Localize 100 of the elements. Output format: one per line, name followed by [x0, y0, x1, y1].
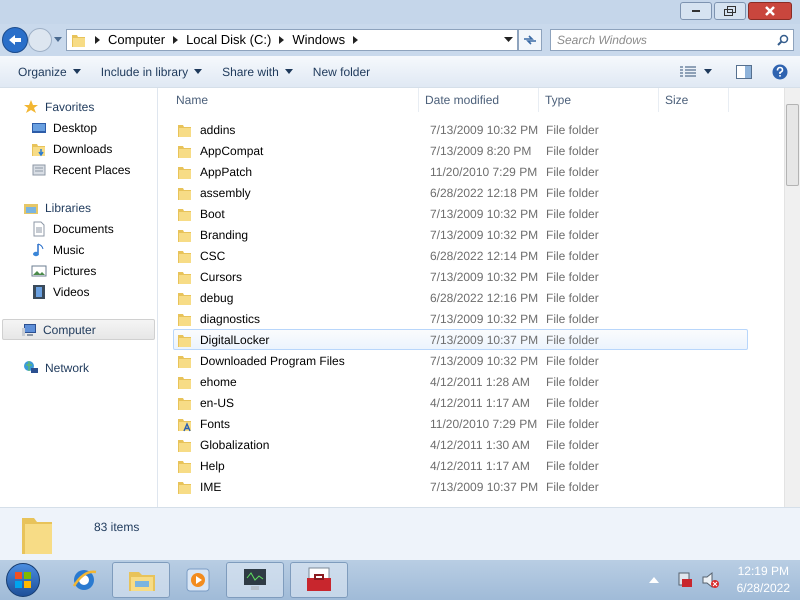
file-name: Help: [200, 458, 225, 474]
sidebar-item[interactable]: Network: [2, 357, 155, 378]
search-icon[interactable]: [777, 34, 789, 46]
file-row[interactable]: Cursors 7/13/2009 10:32 PM File folder: [173, 266, 748, 287]
windows-logo-icon: [14, 571, 32, 589]
file-name: addins: [200, 122, 236, 138]
column-header[interactable]: Size: [659, 88, 729, 112]
file-row[interactable]: Help 4/12/2011 1:17 AM File folder: [173, 455, 748, 476]
picture-icon: [31, 262, 47, 278]
sidebar-item[interactable]: Recent Places: [0, 159, 157, 180]
chevron-icon[interactable]: [172, 35, 180, 45]
close-button[interactable]: [748, 2, 792, 20]
chevron-icon[interactable]: [352, 35, 360, 45]
breadcrumb[interactable]: Local Disk (C:): [186, 30, 272, 50]
sidebar-item[interactable]: Favorites: [2, 96, 155, 117]
refresh-button[interactable]: [518, 29, 542, 51]
speaker-muted-icon[interactable]: [700, 571, 719, 589]
sidebar-item[interactable]: Music: [0, 239, 157, 260]
file-name: Globalization: [200, 436, 270, 454]
item-count: 83 items: [94, 519, 140, 536]
sidebar-item[interactable]: Computer: [2, 319, 155, 340]
type-cell-text: File folder: [545, 122, 600, 138]
file-row[interactable]: CSC 6/28/2022 12:14 PM File folder: [173, 245, 748, 266]
toolbar-button[interactable]: Include in library: [90, 60, 212, 84]
file-name: CSC: [200, 248, 226, 264]
breadcrumb[interactable]: Computer: [108, 30, 166, 50]
type-cell-text: File folder: [545, 268, 600, 286]
address-bar[interactable]: Computer Local Disk (C:) Windows: [66, 29, 518, 51]
file-row[interactable]: en-US 4/12/2011 1:17 AM File folder: [173, 392, 748, 413]
star-icon: [23, 98, 39, 114]
file-row[interactable]: diagnostics 7/13/2009 10:32 PM File folder: [173, 308, 748, 329]
file-name: Cursors: [200, 268, 242, 286]
back-button[interactable]: [2, 27, 28, 53]
file-row[interactable]: AppCompat 7/13/2009 8:20 PM File folder: [173, 140, 748, 161]
file-row[interactable]: DigitalLocker 7/13/2009 10:37 PM File folder: [173, 329, 748, 350]
file-row[interactable]: assembly 6/28/2022 12:18 PM File folder: [173, 182, 748, 203]
file-name: assembly: [200, 184, 251, 202]
type-cell-text: File folder: [545, 226, 600, 244]
chevron-icon[interactable]: [278, 35, 286, 45]
column-header[interactable]: Date modified: [419, 88, 539, 112]
date-cell-text: 11/20/2010 7:29 PM: [429, 416, 538, 432]
sidebar-item[interactable]: Videos: [0, 281, 157, 302]
type-cell-text: File folder: [545, 142, 600, 160]
column-header[interactable]: Name: [158, 88, 419, 112]
close-icon: [765, 6, 775, 16]
sidebar-item[interactable]: Desktop: [0, 117, 157, 138]
sidebar-item[interactable]: Documents: [0, 218, 157, 239]
breadcrumb[interactable]: Windows: [292, 30, 346, 50]
search-field[interactable]: Search Windows: [550, 29, 794, 51]
type-cell-text: File folder: [545, 416, 600, 432]
date-cell-text: 6/28/2022 12:18 PM: [429, 184, 540, 202]
minimize-button[interactable]: [680, 2, 712, 20]
file-row[interactable]: debug 6/28/2022 12:16 PM File folder: [173, 287, 748, 308]
help-icon: [772, 64, 788, 80]
file-row[interactable]: ehome 4/12/2011 1:28 AM File folder: [173, 371, 748, 392]
file-row[interactable]: IME 7/13/2009 10:37 PM File folder: [173, 476, 748, 497]
network-disconnected-icon[interactable]: [676, 571, 695, 589]
type-cell-text: File folder: [545, 184, 600, 202]
caret-icon[interactable]: [54, 37, 62, 43]
computer-icon: [21, 322, 37, 338]
sidebar-item[interactable]: Pictures: [0, 260, 157, 281]
file-row[interactable]: Branding 7/13/2009 10:32 PM File folder: [173, 224, 748, 245]
left-arrow-icon: [8, 34, 22, 46]
type-cell-text: File folder: [545, 248, 600, 264]
toolbar-button[interactable]: New folder: [302, 60, 380, 84]
column-header[interactable]: Type: [539, 88, 659, 112]
toolbar-button[interactable]: Share with: [212, 60, 303, 84]
type-cell-text: File folder: [545, 352, 600, 370]
toolbar-button[interactable]: Organize: [8, 60, 91, 84]
file-name: AppCompat: [200, 142, 264, 160]
chevron-icon[interactable]: [94, 35, 101, 45]
file-row[interactable]: Globalization 4/12/2011 1:30 AM File folder: [173, 434, 748, 455]
taskbar-button[interactable]: [226, 562, 284, 598]
file-row[interactable]: AppPatch 11/20/2010 7:29 PM File folder: [173, 161, 748, 182]
date-cell-text: 7/13/2009 10:37 PM: [429, 478, 540, 496]
file-row[interactable]: Boot 7/13/2009 10:32 PM File folder: [173, 203, 748, 224]
date-cell-text: 6/28/2022 12:14 PM: [429, 248, 540, 264]
scrollbar[interactable]: [784, 88, 800, 507]
type-cell-text: File folder: [545, 310, 600, 328]
dropdown-caret-icon[interactable]: [504, 37, 513, 43]
minimize-icon: [692, 10, 700, 12]
document-icon: [31, 220, 47, 236]
restore-button[interactable]: [714, 2, 746, 20]
file-row[interactable]: Fonts 11/20/2010 7:29 PM File folder: [173, 413, 748, 434]
file-name: Fonts: [200, 416, 230, 432]
folder-icon: [71, 32, 87, 48]
file-name: Branding: [200, 226, 248, 244]
file-name: AppPatch: [200, 164, 252, 180]
sidebar-item[interactable]: Downloads: [0, 138, 157, 159]
start-button[interactable]: [6, 563, 40, 597]
file-name: Boot: [200, 206, 225, 222]
file-name: IME: [200, 478, 222, 496]
file-row[interactable]: Downloaded Program Files 7/13/2009 10:32 PM File folder: [173, 350, 748, 371]
sidebar-item[interactable]: Libraries: [2, 197, 155, 218]
file-row[interactable]: addins 7/13/2009 10:32 PM File folder: [173, 119, 748, 140]
recent-places-icon: [31, 162, 47, 178]
date-cell-text: 7/13/2009 8:20 PM: [429, 142, 532, 160]
scroll-thumb[interactable]: [786, 104, 799, 186]
date-cell-text: 4/12/2011 1:17 AM: [429, 458, 531, 474]
taskbar-button[interactable]: [290, 562, 348, 598]
